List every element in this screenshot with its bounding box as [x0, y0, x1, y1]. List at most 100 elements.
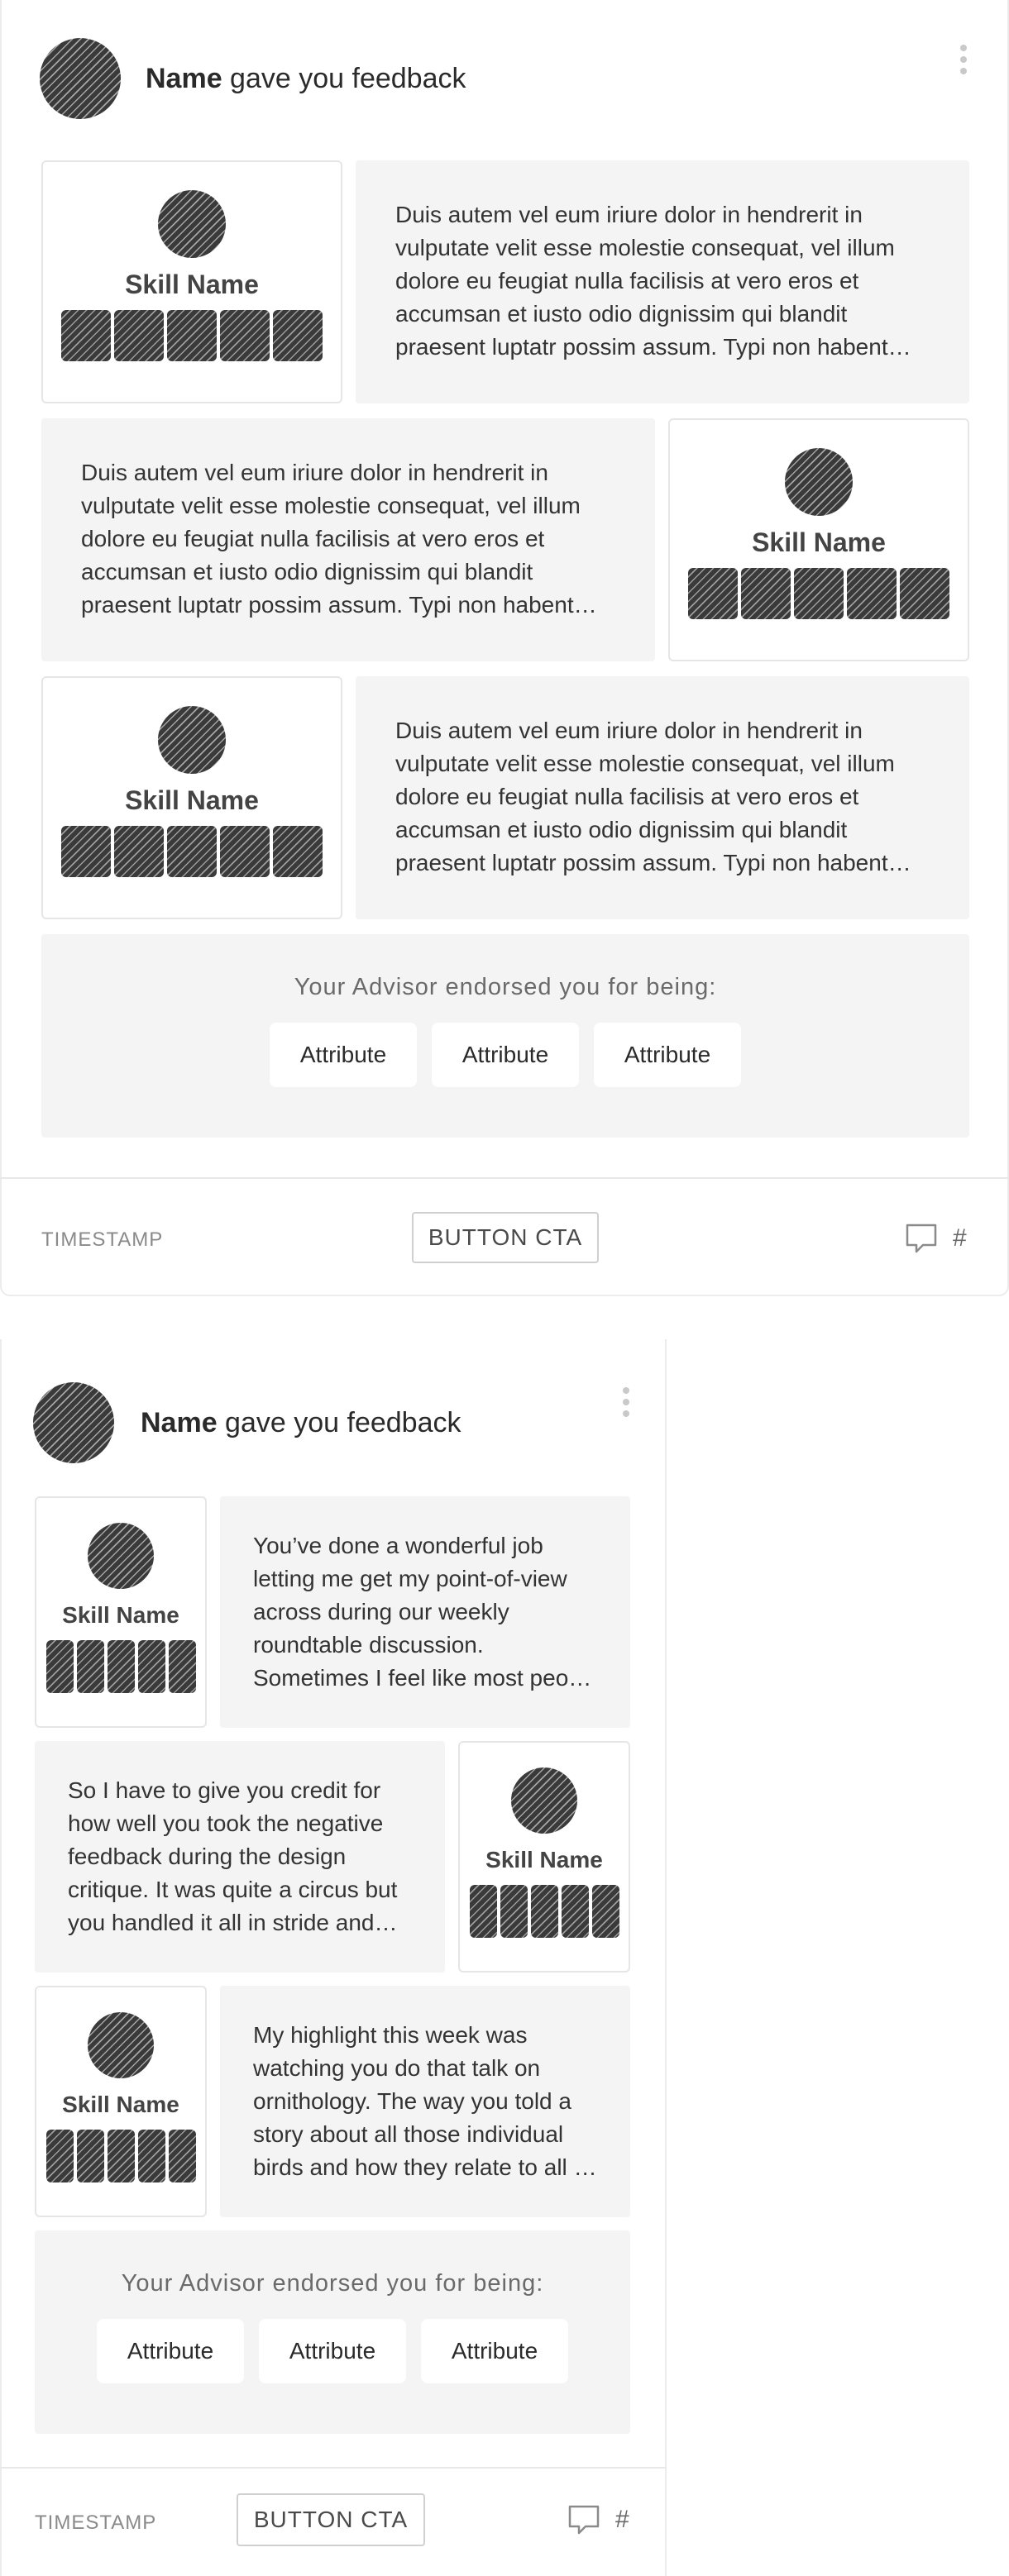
endorsement-title: Your Advisor endorsed you for being: — [121, 2270, 544, 2297]
rating-block — [220, 826, 270, 877]
attribute-chip[interactable]: Attribute — [270, 1023, 417, 1087]
skill-rating — [45, 1640, 196, 1693]
more-options-icon[interactable] — [622, 1387, 630, 1417]
rating-block — [167, 310, 217, 361]
comment-icon — [906, 1224, 937, 1253]
rating-block — [273, 826, 323, 877]
rating-block — [107, 2130, 135, 2182]
feedback-quote: My highlight this week was watching you … — [220, 1986, 630, 2217]
skill-name: Skill Name — [125, 270, 259, 299]
timestamp: TIMESTAMP — [41, 1228, 164, 1251]
rating-block — [45, 1640, 74, 1693]
card-header: Name gave you feedback — [40, 38, 466, 119]
feedback-quote: Duis autem vel eum iriure dolor in hendr… — [356, 676, 969, 919]
attribute-list: Attribute Attribute Attribute — [97, 2319, 568, 2383]
rating-block — [900, 568, 949, 619]
skill-rating — [688, 568, 949, 619]
skill-card: Skill Name — [35, 1986, 207, 2217]
author-name[interactable]: Name — [141, 1407, 218, 1438]
rating-block — [220, 310, 270, 361]
card-header: Name gave you feedback — [33, 1382, 461, 1463]
rating-block — [273, 310, 323, 361]
rating-block — [741, 568, 791, 619]
skill-card: Skill Name — [41, 160, 342, 403]
header-action: gave you feedback — [217, 1406, 461, 1438]
avatar — [33, 1382, 114, 1463]
comment-count: # — [953, 1224, 967, 1252]
attribute-chip[interactable]: Attribute — [259, 2319, 406, 2383]
rating-block — [794, 568, 844, 619]
header-action: gave you feedback — [222, 62, 466, 94]
rating-block — [168, 2130, 196, 2182]
cta-button[interactable]: BUTTON CTA — [237, 2493, 425, 2546]
divider — [0, 1177, 1009, 1179]
rating-block — [500, 1885, 528, 1938]
rating-block — [137, 1640, 165, 1693]
timestamp: TIMESTAMP — [35, 2512, 157, 2534]
rating-block — [561, 1885, 589, 1938]
comment-button[interactable]: # — [567, 2503, 629, 2536]
header-text: Name gave you feedback — [146, 63, 466, 95]
feedback-quote: You’ve done a wonderful job letting me g… — [220, 1496, 630, 1728]
rating-block — [76, 2130, 104, 2182]
skill-rating — [45, 2130, 196, 2182]
comment-icon — [568, 2505, 600, 2535]
skill-name: Skill Name — [62, 1602, 179, 1628]
skill-name: Skill Name — [752, 527, 886, 557]
rating-block — [688, 568, 738, 619]
skill-icon — [511, 1767, 577, 1834]
skill-card: Skill Name — [458, 1741, 630, 1973]
feedback-text: Duis autem vel eum iriure dolor in hendr… — [395, 718, 895, 875]
skill-icon — [88, 2012, 154, 2078]
endorsement-panel: Your Advisor endorsed you for being: Att… — [41, 934, 969, 1138]
attribute-chip[interactable]: Attribute — [432, 1023, 579, 1087]
rating-block — [61, 310, 111, 361]
endorsement-title: Your Advisor endorsed you for being: — [294, 974, 717, 1000]
rating-block — [847, 568, 897, 619]
rating-block — [167, 826, 217, 877]
rating-block — [168, 1640, 196, 1693]
comment-button[interactable]: # — [905, 1222, 967, 1255]
more-options-icon[interactable] — [959, 45, 968, 74]
attribute-chip[interactable]: Attribute — [594, 1023, 741, 1087]
skill-rating — [61, 310, 323, 361]
feedback-quote: So I have to give you credit for how wel… — [35, 1741, 445, 1973]
feedback-text: My highlight this week was watching you … — [253, 2022, 593, 2180]
skill-name: Skill Name — [62, 2092, 179, 2117]
skill-card: Skill Name — [41, 676, 342, 919]
rating-block — [530, 1885, 558, 1938]
rating-block — [469, 1885, 497, 1938]
divider — [0, 2467, 667, 2469]
feedback-text: So I have to give you credit for how wel… — [68, 1777, 398, 1935]
feedback-quote: Duis autem vel eum iriure dolor in hendr… — [41, 418, 655, 661]
attribute-chip[interactable]: Attribute — [421, 2319, 568, 2383]
feedback-text: Duis autem vel eum iriure dolor in hendr… — [395, 202, 895, 360]
skill-card: Skill Name — [668, 418, 969, 661]
rating-block — [591, 1885, 619, 1938]
skill-icon — [785, 448, 853, 516]
skill-rating — [469, 1885, 619, 1938]
rating-block — [61, 826, 111, 877]
skill-name: Skill Name — [485, 1847, 603, 1872]
rating-block — [137, 2130, 165, 2182]
skill-icon — [88, 1523, 154, 1589]
skill-card: Skill Name — [35, 1496, 207, 1728]
rating-block — [114, 826, 164, 877]
attribute-chip[interactable]: Attribute — [97, 2319, 244, 2383]
skill-icon — [158, 190, 226, 258]
feedback-text: Duis autem vel eum iriure dolor in hendr… — [81, 460, 581, 618]
header-text: Name gave you feedback — [141, 1407, 461, 1439]
cta-button[interactable]: BUTTON CTA — [412, 1212, 599, 1263]
avatar — [40, 38, 121, 119]
attribute-list: Attribute Attribute Attribute — [270, 1023, 741, 1087]
comment-count: # — [615, 2506, 629, 2533]
endorsement-panel: Your Advisor endorsed you for being: Att… — [35, 2230, 630, 2434]
skill-rating — [61, 826, 323, 877]
rating-block — [76, 1640, 104, 1693]
feedback-quote: Duis autem vel eum iriure dolor in hendr… — [356, 160, 969, 403]
author-name[interactable]: Name — [146, 63, 222, 94]
skill-icon — [158, 706, 226, 774]
rating-block — [107, 1640, 135, 1693]
rating-block — [45, 2130, 74, 2182]
rating-block — [114, 310, 164, 361]
